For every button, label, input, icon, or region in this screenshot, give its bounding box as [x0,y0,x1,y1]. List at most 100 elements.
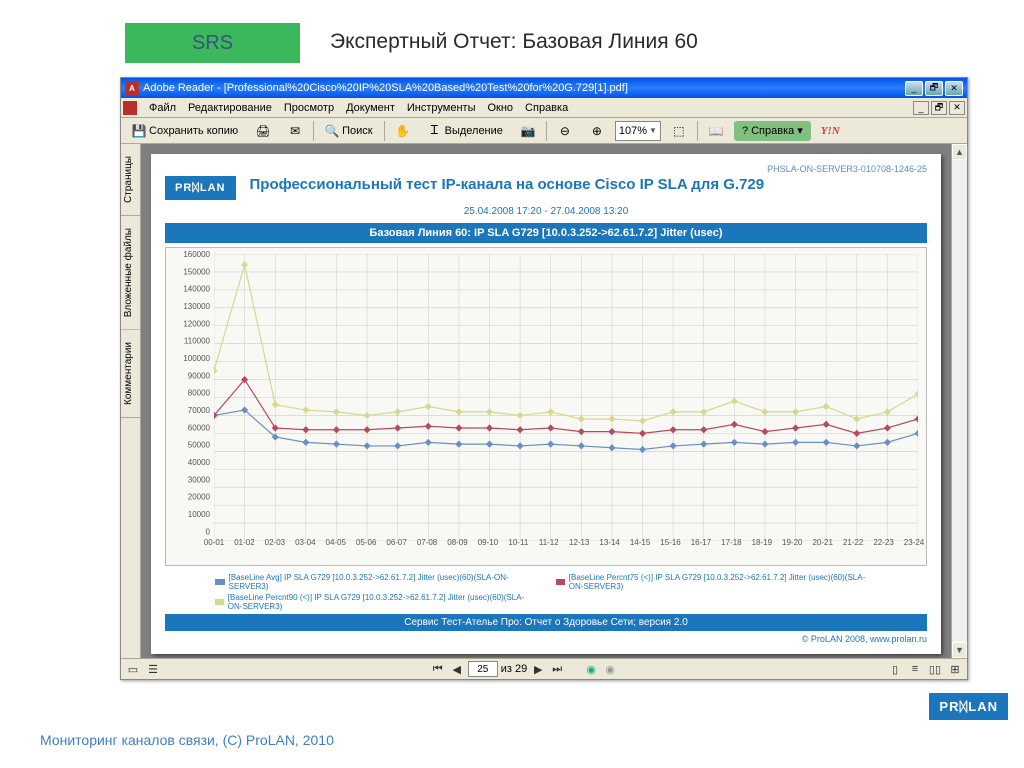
legend-swatch [556,579,565,585]
camera-icon: 📷 [521,124,535,138]
next-page-button[interactable]: ▶ [530,661,546,677]
jitter-chart: 0100002000030000400005000060000700008000… [165,247,927,566]
search-label: Поиск [342,125,372,137]
svg-text:15-16: 15-16 [660,538,681,547]
document-id: PHSLA-ON-SERVER3-010708-1246-25 [165,164,927,174]
svg-text:30000: 30000 [188,475,211,484]
save-icon: 💾 [132,124,146,138]
page-navigator: ⏮ ◀ из 29 ▶ ⏭ ◉ ◉ [430,661,618,677]
last-page-button[interactable]: ⏭ [549,661,565,677]
mdi-close-button[interactable]: ✕ [949,101,965,115]
search-button[interactable]: 🔍Поиск [318,121,379,141]
search-icon: 🔍 [325,124,339,138]
scroll-down-button[interactable]: ▼ [952,642,967,658]
hand-tool-button[interactable]: ✋ [389,121,417,141]
scroll-track[interactable] [952,160,967,642]
legend-label: [BaseLine Avg] IP SLA G729 [10.0.3.252->… [229,573,536,591]
fit-page-button[interactable]: ⬚ [665,121,693,141]
scroll-up-button[interactable]: ▲ [952,144,967,160]
select-icon: Ꮖ [428,124,442,138]
legend-label: [BaseLine Percnt75 (<)] IP SLA G729 [10.… [569,573,877,591]
pdf-page: PHSLA-ON-SERVER3-010708-1246-25 PRᛞLAN П… [151,154,941,654]
svg-text:22-23: 22-23 [873,538,894,547]
save-copy-button[interactable]: 💾Сохранить копию [125,121,245,141]
svg-text:140000: 140000 [183,285,210,294]
statusbar: ▭ ☰ ⏮ ◀ из 29 ▶ ⏭ ◉ ◉ ▯ ≡ ▯▯ ⊞ [121,658,967,679]
forward-button[interactable]: ◉ [602,661,618,677]
print-button[interactable]: 🖨 [249,121,277,141]
save-label: Сохранить копию [149,125,238,137]
svg-text:0: 0 [206,527,211,536]
zoom-out-button[interactable]: ⊖ [551,121,579,141]
slide-footer: Мониторинг каналов связи, (C) ProLAN, 20… [40,732,334,748]
tab-comments[interactable]: Комментарии [121,330,140,418]
select-tool-button[interactable]: ᏆВыделение [421,121,510,141]
tab-attachments[interactable]: Вложенные файлы [121,216,140,330]
tab-pages[interactable]: Страницы [121,144,140,216]
slide-badge: SRS [125,23,300,63]
layout-single-button[interactable]: ▭ [125,661,141,677]
svg-text:06-07: 06-07 [386,538,407,547]
svg-text:70000: 70000 [188,406,211,415]
hand-icon: ✋ [396,124,410,138]
layout-continuous-button[interactable]: ☰ [145,661,161,677]
first-page-button[interactable]: ⏮ [430,661,446,677]
prolan-logo: PRᛞLAN [165,176,236,200]
svg-text:13-14: 13-14 [599,538,620,547]
minimize-button[interactable]: _ [905,81,923,96]
svg-text:07-08: 07-08 [417,538,438,547]
titlebar: A Adobe Reader - [Professional%20Cisco%2… [121,78,967,98]
menu-item[interactable]: Просмотр [278,100,340,116]
menu-item[interactable]: Инструменты [401,100,482,116]
menu-item[interactable]: Файл [143,100,182,116]
page-total: из 29 [501,663,527,675]
mail-button[interactable]: ✉ [281,121,309,141]
legend-swatch [215,579,225,585]
select-label: Выделение [445,125,503,137]
svg-text:03-04: 03-04 [295,538,316,547]
menu-item[interactable]: Документ [340,100,401,116]
view-single-button[interactable]: ▯ [887,661,903,677]
svg-text:130000: 130000 [183,302,210,311]
page-input[interactable] [468,661,498,677]
help-button[interactable]: ?Справка▾ [734,121,811,141]
slide-title: Экспертный Отчет: Базовая Линия 60 [330,30,698,54]
print-icon: 🖨 [256,124,270,138]
pdf-icon: A [125,81,139,95]
zoom-select[interactable]: 107%▼ [615,121,661,141]
snapshot-tool-button[interactable]: 📷 [514,121,542,141]
document-area: PHSLA-ON-SERVER3-010708-1246-25 PRᛞLAN П… [141,144,951,658]
menu-item[interactable]: Окно [481,100,519,116]
view-facing-button[interactable]: ▯▯ [927,661,943,677]
vertical-scrollbar[interactable]: ▲ ▼ [951,144,967,658]
zoom-in-icon: ⊕ [590,124,604,138]
window-title: Adobe Reader - [Professional%20Cisco%20I… [143,82,905,94]
menubar: ФайлРедактированиеПросмотрДокументИнстру… [121,98,967,118]
svg-text:18-19: 18-19 [752,538,773,547]
svg-text:50000: 50000 [188,441,211,450]
view-continuous-button[interactable]: ≡ [907,661,923,677]
zoom-in-button[interactable]: ⊕ [583,121,611,141]
book-icon: 📖 [709,124,723,138]
svg-text:00-01: 00-01 [204,538,225,547]
menu-item[interactable]: Редактирование [182,100,278,116]
svg-text:11-12: 11-12 [539,538,559,547]
svg-text:01-02: 01-02 [234,538,255,547]
svg-text:09-10: 09-10 [478,538,499,547]
close-button[interactable]: ✕ [945,81,963,96]
prev-page-button[interactable]: ◀ [449,661,465,677]
ebook-button[interactable]: 📖 [702,121,730,141]
toolbar: 💾Сохранить копию 🖨 ✉ 🔍Поиск ✋ ᏆВыделение… [121,118,967,144]
svg-text:90000: 90000 [188,371,211,380]
menu-item[interactable]: Справка [519,100,574,116]
report-footer: Сервис Тест-Ателье Про: Отчет о Здоровье… [165,614,927,631]
mdi-restore-button[interactable]: 🗗 [931,101,947,115]
svg-text:12-13: 12-13 [569,538,590,547]
view-cont-facing-button[interactable]: ⊞ [947,661,963,677]
restore-button[interactable]: 🗗 [925,81,943,96]
yahoo-icon[interactable]: Y!N [821,125,840,137]
mdi-minimize-button[interactable]: _ [913,101,929,115]
back-button[interactable]: ◉ [583,661,599,677]
svg-text:100000: 100000 [183,354,210,363]
chevron-down-icon: ▾ [797,124,803,137]
